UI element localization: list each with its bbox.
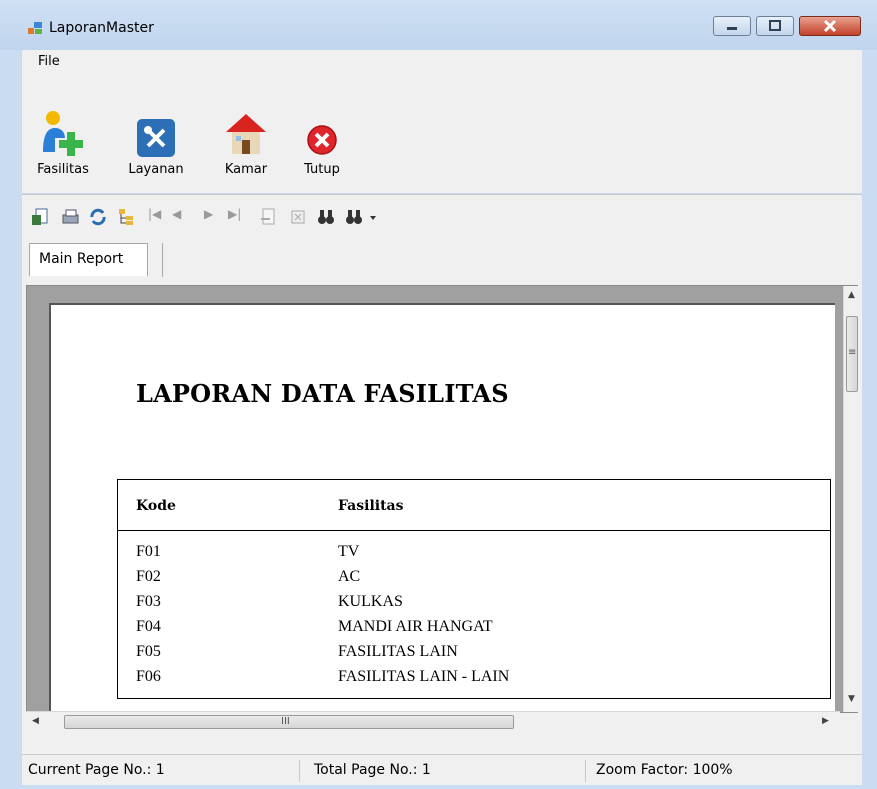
scroll-left-icon[interactable]: ◀ xyxy=(32,716,39,726)
table-cell-kode: F04 xyxy=(136,618,161,635)
previous-page-icon[interactable]: ◀ xyxy=(172,207,192,227)
horizontal-grip: III xyxy=(281,716,290,727)
menu-bar: File xyxy=(22,50,862,72)
status-total-page: Total Page No.: 1 xyxy=(314,760,586,782)
export-icon[interactable] xyxy=(30,207,50,227)
column-header-kode: Kode xyxy=(136,498,176,514)
table-cell-fasilitas: AC xyxy=(338,568,361,585)
tools-icon xyxy=(137,119,175,157)
report-canvas: LAPORAN DATA FASILITAS Kode Fasilitas F0… xyxy=(26,285,860,714)
table-cell-fasilitas: TV xyxy=(338,543,360,560)
fasilitas-label: Fasilitas xyxy=(37,162,89,177)
table-cell-kode: F02 xyxy=(136,568,161,585)
report-toolbar: |◀ ◀ ▶ ▶| xyxy=(22,195,862,241)
table-cell-kode: F05 xyxy=(136,643,161,660)
status-bar: Current Page No.: 1 Total Page No.: 1 Zo… xyxy=(22,754,862,785)
tab-divider xyxy=(162,243,163,277)
goto-page-icon[interactable] xyxy=(258,207,278,227)
print-icon[interactable] xyxy=(60,207,80,227)
minimize-icon xyxy=(727,27,737,30)
group-tree-icon[interactable] xyxy=(116,207,136,227)
tab-main-report[interactable]: Main Report xyxy=(29,243,148,276)
tutup-label: Tutup xyxy=(304,162,340,177)
report-page: LAPORAN DATA FASILITAS Kode Fasilitas F0… xyxy=(49,303,835,714)
vertical-scroll-thumb[interactable]: ≡ xyxy=(846,316,858,392)
last-page-icon[interactable]: ▶| xyxy=(228,207,248,227)
zoom-icon[interactable] xyxy=(344,207,378,227)
main-toolbar: Fasilitas Layanan Kamar Tutup xyxy=(22,72,862,193)
maximize-button[interactable] xyxy=(756,16,794,36)
close-icon xyxy=(823,19,837,33)
scroll-up-icon[interactable]: ▲ xyxy=(848,290,855,300)
table-cell-fasilitas: FASILITAS LAIN xyxy=(338,643,458,660)
layanan-label: Layanan xyxy=(128,162,184,177)
horizontal-scrollbar[interactable]: ◀ III ▶ xyxy=(26,711,840,732)
horizontal-scroll-thumb[interactable]: III xyxy=(64,715,514,729)
report-viewer-panel: |◀ ◀ ▶ ▶| Main Report LAPORAN DATA FASIL… xyxy=(22,194,862,755)
kamar-label: Kamar xyxy=(224,162,268,177)
window-title: LaporanMaster xyxy=(49,20,154,36)
vertical-grip: ≡ xyxy=(848,347,857,358)
close-circle-icon xyxy=(307,125,337,155)
table-cell-fasilitas: FASILITAS LAIN - LAIN xyxy=(338,668,510,685)
status-zoom-factor: Zoom Factor: 100% xyxy=(596,762,733,778)
table-cell-kode: F03 xyxy=(136,593,161,610)
refresh-icon[interactable] xyxy=(88,207,108,227)
maximize-icon xyxy=(769,20,781,31)
scroll-down-icon[interactable]: ▼ xyxy=(848,694,855,704)
stop-icon[interactable] xyxy=(288,207,308,227)
table-cell-kode: F01 xyxy=(136,543,161,560)
add-user-icon xyxy=(43,111,83,156)
table-cell-kode: F06 xyxy=(136,668,161,685)
report-table: Kode Fasilitas F01 TV F02 AC F03 KULKAS … xyxy=(117,479,831,699)
status-current-page: Current Page No.: 1 xyxy=(28,760,300,782)
vertical-scrollbar[interactable]: ▲ ≡ ▼ xyxy=(843,286,860,712)
find-icon[interactable] xyxy=(316,207,336,227)
first-page-icon[interactable]: |◀ xyxy=(148,207,168,227)
report-title: LAPORAN DATA FASILITAS xyxy=(136,379,509,408)
table-cell-fasilitas: MANDI AIR HANGAT xyxy=(338,618,493,635)
menu-file[interactable]: File xyxy=(38,54,60,69)
house-icon xyxy=(226,114,266,154)
app-icon xyxy=(28,22,42,34)
app-window: LaporanMaster File Fasilitas Layanan Kam… xyxy=(0,0,877,789)
title-bar[interactable]: LaporanMaster xyxy=(0,0,877,50)
header-divider xyxy=(118,530,830,531)
scroll-right-icon[interactable]: ▶ xyxy=(822,716,829,726)
table-cell-fasilitas: KULKAS xyxy=(338,593,403,610)
minimize-button[interactable] xyxy=(713,16,751,36)
close-button[interactable] xyxy=(799,16,861,36)
next-page-icon[interactable]: ▶ xyxy=(204,207,224,227)
column-header-fasilitas: Fasilitas xyxy=(338,498,404,514)
